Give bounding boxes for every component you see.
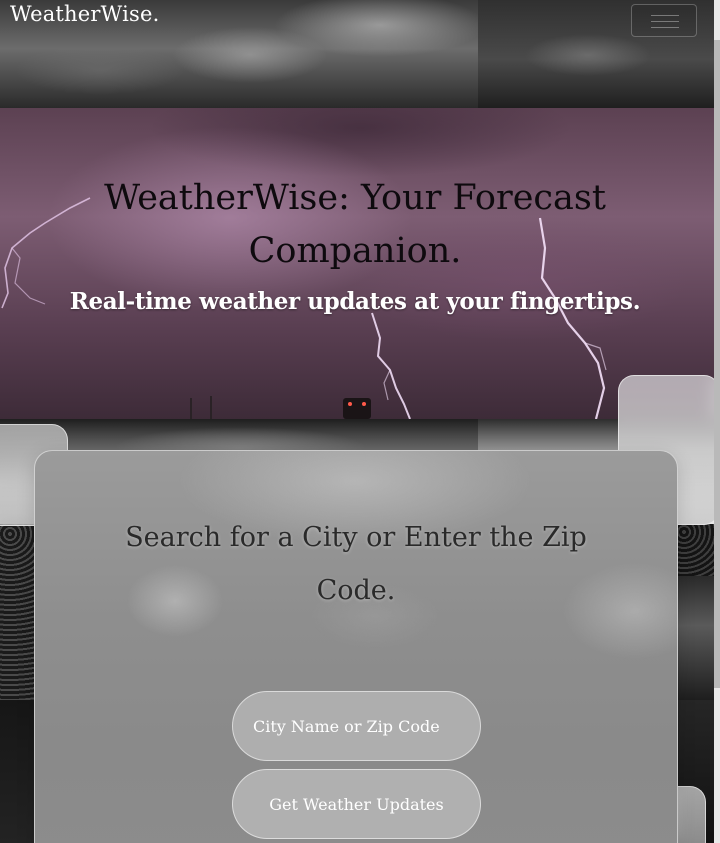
hero-title: WeatherWise: Your Forecast Companion. [104,178,606,271]
search-card: Search for a City or Enter the Zip Code.… [34,450,678,843]
scrollbar-thumb[interactable] [714,40,720,688]
hero-subtitle: Real-time weather updates at your finger… [69,288,641,315]
navbar: WeatherWise. [0,0,714,40]
rain-texture-image [0,524,35,704]
brand-logo[interactable]: WeatherWise. [10,2,159,26]
get-weather-updates-button[interactable]: Get Weather Updates [232,769,481,839]
hero-banner: WeatherWise: Your Forecast Companion. Re… [0,108,714,419]
scrollbar[interactable] [714,0,720,843]
search-heading: Search for a City or Enter the Zip Code. [125,522,587,606]
page: WeatherWise. WeatherWise: Your Forecast … [0,0,720,843]
city-search-input[interactable] [232,691,481,761]
menu-toggle-button[interactable] [631,4,697,37]
dark-ground-image [0,700,35,843]
